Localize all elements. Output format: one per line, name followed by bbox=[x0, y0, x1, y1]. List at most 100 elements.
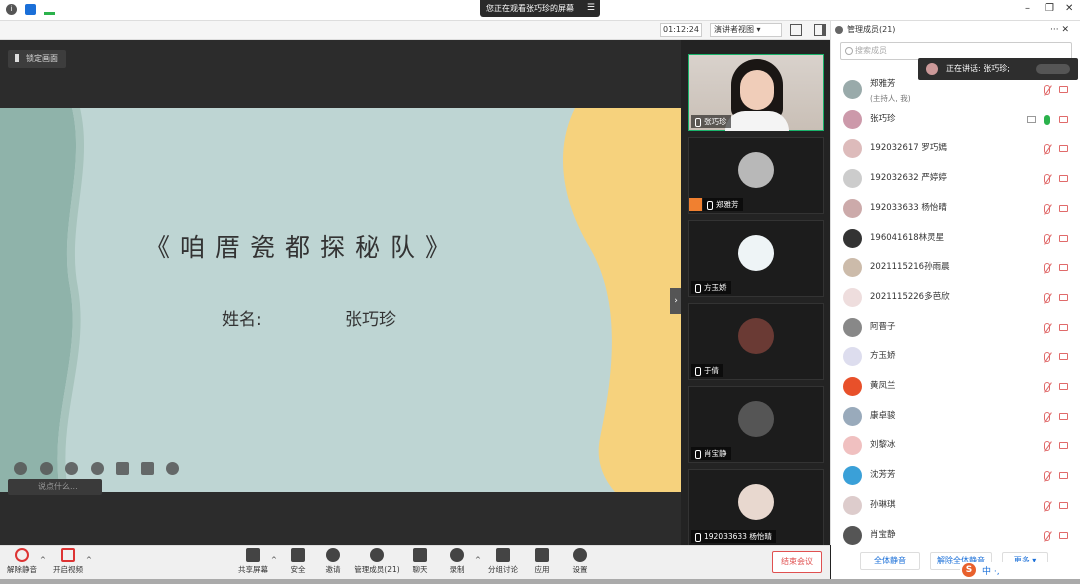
camera-off-icon[interactable] bbox=[1059, 234, 1068, 242]
mic-off-icon[interactable] bbox=[1044, 441, 1050, 452]
pen-icon[interactable] bbox=[65, 462, 78, 475]
video-tile[interactable]: 郑雅芳 bbox=[688, 137, 824, 214]
close-icon[interactable]: ✕ bbox=[1065, 3, 1073, 14]
camera-icon[interactable] bbox=[116, 462, 129, 475]
mic-off-icon[interactable] bbox=[1044, 263, 1050, 274]
mic-off-icon[interactable] bbox=[1044, 292, 1050, 303]
chat-button[interactable]: 聊天 bbox=[408, 548, 432, 575]
member-row[interactable]: 沈芳芳 bbox=[832, 461, 1078, 490]
camera-off-icon[interactable] bbox=[1059, 442, 1068, 450]
mic-off-icon[interactable] bbox=[1044, 174, 1050, 185]
next-icon[interactable] bbox=[40, 462, 53, 475]
lock-view-button[interactable]: 锁定画面 bbox=[8, 50, 66, 68]
mic-off-icon[interactable] bbox=[1044, 233, 1050, 244]
screenshot-icon[interactable] bbox=[91, 462, 104, 475]
invite-button[interactable]: 邀请 bbox=[320, 548, 346, 575]
camera-off-icon[interactable] bbox=[1059, 472, 1068, 480]
sidebar-toggle-icon[interactable] bbox=[814, 24, 826, 36]
camera-off-icon[interactable] bbox=[1059, 412, 1068, 420]
member-row[interactable]: 郑雅芳 (主持人, 我) bbox=[832, 75, 1078, 104]
member-row[interactable]: 192032617 罗巧嫣 bbox=[832, 134, 1078, 163]
mic-off-icon[interactable] bbox=[1044, 203, 1050, 214]
member-row[interactable]: 黄凤兰 bbox=[832, 372, 1078, 401]
slide-background bbox=[0, 108, 681, 492]
member-row[interactable]: 方玉娇 bbox=[832, 342, 1078, 371]
camera-off-icon[interactable] bbox=[1059, 86, 1068, 93]
member-row[interactable]: 孙琳琪 bbox=[832, 491, 1078, 520]
ime-mode[interactable]: 中 ·, bbox=[982, 564, 1000, 577]
manage-members-button[interactable]: 管理成员(21) bbox=[352, 548, 402, 575]
member-name: 方玉娇 bbox=[870, 351, 896, 362]
prev-icon[interactable] bbox=[14, 462, 27, 475]
audio-options-icon[interactable]: ^ bbox=[40, 556, 46, 564]
camera-off-icon[interactable] bbox=[1059, 264, 1068, 272]
mic-off-icon[interactable] bbox=[1044, 530, 1050, 541]
members-icon bbox=[370, 548, 384, 562]
members-panel-title: 管理成员(21) bbox=[831, 21, 1080, 39]
video-tile[interactable]: 张巧珍 bbox=[688, 54, 824, 131]
camera-off-icon[interactable] bbox=[1059, 145, 1068, 153]
camera-off-icon[interactable] bbox=[1059, 501, 1068, 509]
info-icon[interactable]: i bbox=[6, 4, 17, 15]
share-screen-button[interactable]: 共享屏幕 bbox=[236, 548, 270, 575]
mic-off-icon[interactable] bbox=[1044, 500, 1050, 511]
share-options-icon[interactable]: ^ bbox=[271, 556, 277, 564]
member-row[interactable]: 192033633 杨怡晴 bbox=[832, 194, 1078, 223]
settings-button[interactable]: 设置 bbox=[568, 548, 592, 575]
record-options-icon[interactable]: ^ bbox=[475, 556, 481, 564]
breakout-button[interactable]: 分组讨论 bbox=[486, 548, 520, 575]
camera-off-icon[interactable] bbox=[1059, 115, 1068, 123]
member-row[interactable]: 2021115216孙雨晨 bbox=[832, 253, 1078, 282]
mic-off-icon[interactable] bbox=[1044, 322, 1050, 333]
menu-icon[interactable]: ☰ bbox=[587, 0, 595, 17]
view-mode-select[interactable]: 演讲者视图 ▾ bbox=[710, 23, 782, 37]
member-row[interactable]: 阿晋子 bbox=[832, 313, 1078, 342]
member-row[interactable]: 张巧珍 bbox=[832, 105, 1078, 134]
camera-off-icon[interactable] bbox=[1059, 323, 1068, 331]
chat-input[interactable]: 说点什么... bbox=[8, 479, 102, 495]
avatar bbox=[738, 401, 774, 437]
video-tile[interactable]: 于倩 bbox=[688, 303, 824, 380]
record-button[interactable]: 录制 bbox=[445, 548, 469, 575]
mic-off-icon[interactable] bbox=[1044, 382, 1050, 392]
member-row[interactable]: 刘黎冰 bbox=[832, 431, 1078, 460]
member-row[interactable]: 192032632 严婷婷 bbox=[832, 164, 1078, 193]
apps-button[interactable]: 应用 bbox=[530, 548, 554, 575]
more-icon[interactable] bbox=[166, 462, 179, 475]
mic-off-icon[interactable] bbox=[1044, 352, 1050, 363]
video-options-icon[interactable]: ^ bbox=[86, 556, 92, 564]
camera-off-icon[interactable] bbox=[1059, 204, 1068, 212]
invite-icon bbox=[326, 548, 340, 562]
shield-icon[interactable] bbox=[25, 4, 36, 15]
minimize-icon[interactable]: – bbox=[1025, 3, 1030, 14]
video-tile[interactable]: 192033633 杨怡晴 bbox=[688, 469, 824, 546]
video-tile[interactable]: 肖宝静 bbox=[688, 386, 824, 463]
avatar bbox=[843, 436, 862, 456]
comment-icon[interactable] bbox=[141, 462, 154, 475]
member-row[interactable]: 2021115226多芭欣 bbox=[832, 283, 1078, 312]
end-meeting-button[interactable]: 结束会议 bbox=[772, 551, 822, 573]
video-tile[interactable]: 方玉娇 bbox=[688, 220, 824, 297]
mic-on-icon[interactable] bbox=[1044, 114, 1050, 125]
member-row[interactable]: 196041618林灵星 bbox=[832, 224, 1078, 253]
camera-off-icon[interactable] bbox=[1059, 531, 1068, 539]
mic-off-icon[interactable] bbox=[1044, 144, 1050, 155]
camera-off-icon[interactable] bbox=[1059, 353, 1068, 361]
panel-close-icon[interactable]: ··· ✕ bbox=[1050, 21, 1069, 39]
fullscreen-icon[interactable] bbox=[790, 24, 802, 36]
mic-off-icon[interactable] bbox=[1044, 411, 1050, 422]
start-video-button[interactable]: 开启视频 bbox=[50, 548, 86, 575]
mic-off-icon[interactable] bbox=[1044, 85, 1050, 95]
security-button[interactable]: 安全 bbox=[286, 548, 310, 575]
mute-all-button[interactable]: 全体静音 bbox=[860, 552, 920, 570]
camera-off-icon[interactable] bbox=[1059, 175, 1068, 183]
restore-icon[interactable]: ❐ bbox=[1045, 3, 1054, 14]
unmute-button[interactable]: 解除静音 bbox=[4, 548, 40, 575]
camera-off-icon[interactable] bbox=[1059, 383, 1068, 390]
camera-off-icon[interactable] bbox=[1059, 293, 1068, 301]
sogou-icon[interactable]: S bbox=[962, 563, 976, 577]
member-row[interactable]: 康卓骏 bbox=[832, 402, 1078, 431]
signal-icon[interactable] bbox=[44, 4, 55, 15]
video-gallery: 张巧珍 郑雅芳 方玉娇 于倩 肖宝静 192033633 杨怡晴 bbox=[681, 40, 830, 546]
mic-off-icon[interactable] bbox=[1044, 471, 1050, 482]
